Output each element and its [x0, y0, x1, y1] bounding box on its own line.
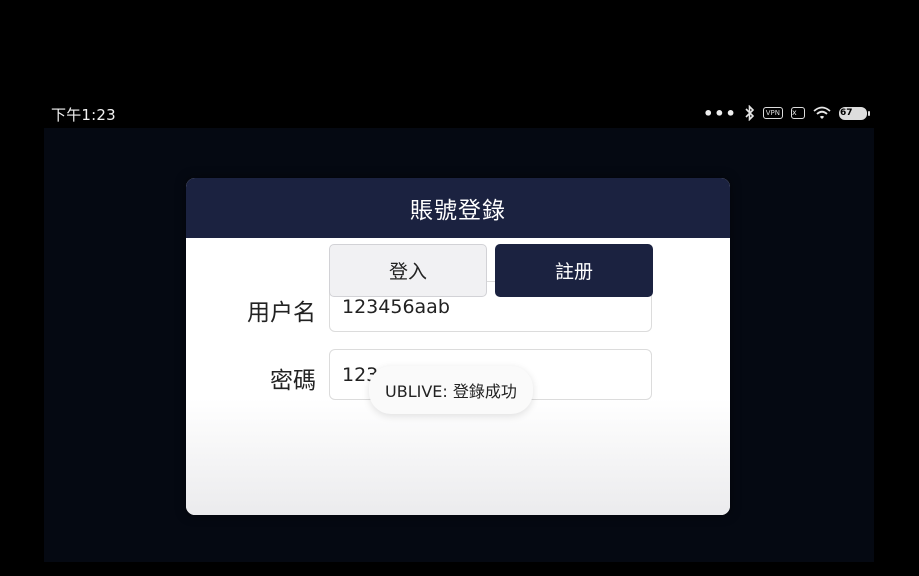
sim-icon: x: [791, 107, 805, 119]
login-dialog: 賬號登錄 用户名 密碼: [186, 178, 730, 515]
status-time: 下午1:23: [51, 106, 116, 124]
bluetooth-icon: [745, 105, 755, 121]
register-button[interactable]: 註册: [495, 244, 653, 297]
toast-message: UBLIVE: 登錄成功: [369, 366, 533, 414]
toast-text: UBLIVE: 登錄成功: [385, 382, 517, 401]
status-bar: 下午1:23 ••• VPN x 67: [0, 100, 919, 126]
wifi-icon: [813, 106, 831, 120]
username-label: 用户名: [247, 300, 316, 326]
login-button[interactable]: 登入: [329, 244, 487, 297]
battery-icon: 67: [839, 106, 870, 120]
password-label: 密碼: [270, 368, 316, 394]
more-dots-icon: •••: [703, 103, 737, 123]
status-icons: ••• VPN x 67: [703, 102, 870, 124]
dialog-title: 賬號登錄: [410, 198, 506, 224]
dialog-header: 賬號登錄: [186, 178, 730, 238]
vpn-icon: VPN: [762, 107, 783, 119]
